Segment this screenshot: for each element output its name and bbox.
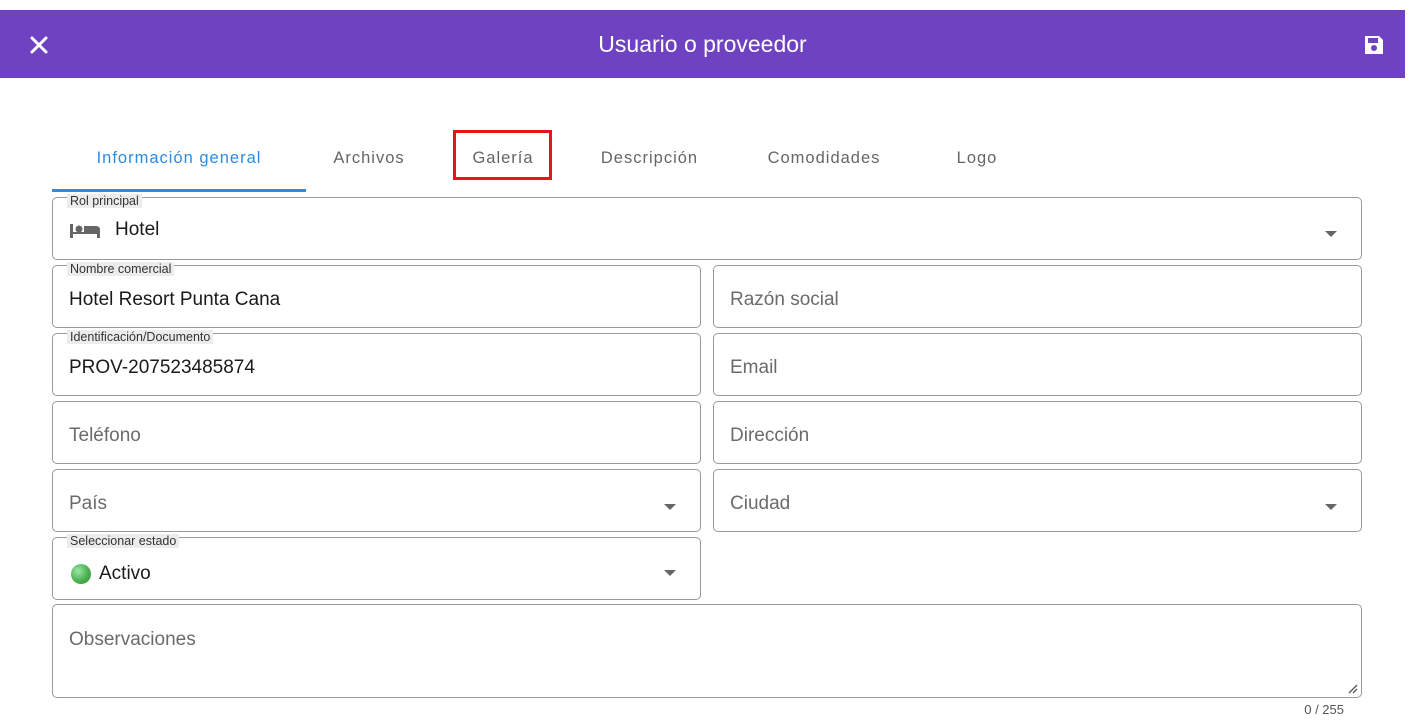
- chevron-down-icon: [664, 570, 676, 576]
- telefono-field[interactable]: Teléfono: [52, 401, 701, 464]
- app-header: Usuario o proveedor: [0, 10, 1405, 78]
- email-placeholder: Email: [730, 357, 778, 378]
- bed-icon: [70, 224, 100, 238]
- page-title: Usuario o proveedor: [598, 31, 807, 57]
- chevron-down-icon: [1325, 231, 1337, 237]
- identificacion-field[interactable]: Identificación/Documento PROV-2075234858…: [52, 330, 701, 396]
- identificacion-value: PROV-207523485874: [69, 357, 255, 378]
- estado-label: Seleccionar estado: [67, 534, 180, 548]
- rol-principal-select[interactable]: Rol principal Hotel: [52, 194, 1362, 260]
- tab-comodidades[interactable]: Comodidades: [744, 130, 904, 190]
- observaciones-textarea[interactable]: Observaciones: [52, 604, 1362, 698]
- rol-principal-value: Hotel: [115, 219, 160, 240]
- save-button[interactable]: [1357, 28, 1391, 62]
- ciudad-placeholder: Ciudad: [730, 493, 791, 514]
- estado-value: Activo: [99, 563, 151, 584]
- galeria-highlight-box: [453, 130, 552, 180]
- nombre-comercial-field[interactable]: Nombre comercial Hotel Resort Punta Cana: [52, 262, 701, 328]
- tab-archivos[interactable]: Archivos: [314, 130, 424, 190]
- tab-informacion-general[interactable]: Información general: [52, 130, 306, 190]
- razon-social-field[interactable]: Razón social: [713, 265, 1362, 328]
- tab-descripcion[interactable]: Descripción: [582, 130, 717, 190]
- active-tab-indicator: [52, 189, 306, 192]
- chevron-down-icon: [1325, 504, 1337, 510]
- direccion-field[interactable]: Dirección: [713, 401, 1362, 464]
- observaciones-placeholder: Observaciones: [69, 629, 196, 650]
- nombre-comercial-value: Hotel Resort Punta Cana: [69, 289, 281, 310]
- tab-logo[interactable]: Logo: [942, 130, 1012, 190]
- telefono-placeholder: Teléfono: [69, 425, 141, 446]
- razon-social-placeholder: Razón social: [730, 289, 839, 310]
- tab-bar: Información general Archivos Galería Des…: [52, 130, 1362, 192]
- identificacion-label: Identificación/Documento: [67, 330, 214, 344]
- nombre-comercial-label: Nombre comercial: [67, 262, 175, 276]
- status-dot-icon: [71, 564, 91, 584]
- ciudad-select[interactable]: Ciudad: [713, 469, 1362, 532]
- chevron-down-icon: [664, 504, 676, 510]
- rol-principal-label: Rol principal: [67, 194, 142, 208]
- resize-handle-icon[interactable]: [1346, 682, 1358, 694]
- pais-select[interactable]: País: [52, 469, 701, 532]
- observaciones-char-counter: 0 / 255: [1304, 702, 1344, 717]
- direccion-placeholder: Dirección: [730, 425, 810, 446]
- save-icon: [1365, 36, 1383, 54]
- pais-placeholder: País: [69, 493, 108, 514]
- estado-select[interactable]: Seleccionar estado Activo: [52, 534, 701, 600]
- email-field[interactable]: Email: [713, 333, 1362, 396]
